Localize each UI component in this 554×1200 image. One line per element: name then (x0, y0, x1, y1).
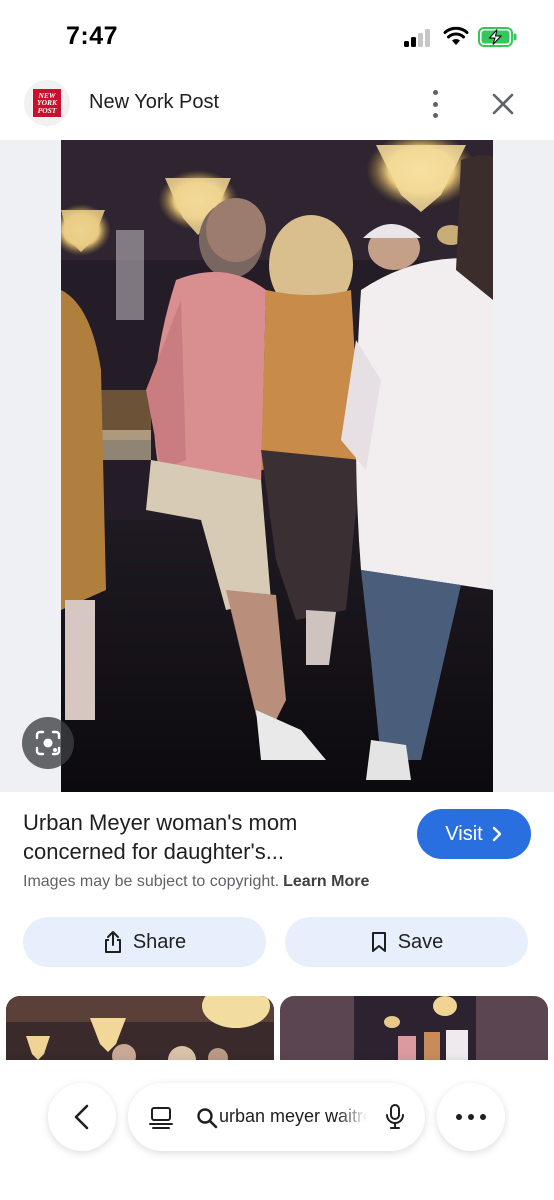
related-image-thumbnail[interactable] (6, 996, 274, 1066)
share-button[interactable]: Share (23, 917, 266, 967)
lens-icon (35, 730, 61, 756)
back-button[interactable] (48, 1083, 116, 1151)
thumbnail-image (6, 996, 274, 1066)
lens-button[interactable] (22, 717, 74, 769)
more-vert-icon[interactable] (423, 90, 447, 118)
status-time: 7:47 (66, 22, 119, 50)
copyright-notice: Images may be subject to copyright. Learn… (23, 873, 370, 890)
battery-charging-icon (478, 27, 517, 47)
search-query[interactable]: urban meyer waitress video (219, 1106, 367, 1127)
search-bar[interactable]: urban meyer waitress video (128, 1083, 425, 1151)
tabs-icon[interactable] (148, 1105, 174, 1131)
mic-icon[interactable] (384, 1103, 406, 1131)
visit-button[interactable]: Visit (417, 809, 531, 859)
source-header: NEW YORK POST New York Post (0, 70, 554, 140)
more-horiz-icon[interactable] (437, 1083, 505, 1151)
status-bar: 7:47 (0, 0, 554, 70)
wifi-icon (443, 26, 469, 45)
result-image[interactable] (61, 140, 493, 792)
search-icon (197, 1108, 218, 1129)
save-label: Save (397, 930, 444, 953)
source-name[interactable]: New York Post (89, 91, 219, 114)
related-image-thumbnail[interactable] (280, 996, 548, 1066)
learn-more-link[interactable]: Learn More (283, 873, 369, 890)
back-arrow-icon (74, 1104, 89, 1130)
chevron-right-icon (492, 826, 501, 842)
share-label: Share (132, 930, 187, 953)
visit-label: Visit (445, 822, 483, 845)
new-york-post-logo: NEW YORK POST (33, 89, 61, 117)
save-button[interactable]: Save (285, 917, 528, 967)
bookmark-icon (371, 932, 386, 952)
share-icon (104, 931, 121, 953)
image-preview-area (0, 140, 554, 792)
thumbnail-image (280, 996, 548, 1066)
bottom-navigation-bar: urban meyer waitress video (0, 1060, 554, 1200)
source-logo[interactable]: NEW YORK POST (24, 80, 70, 126)
result-title[interactable]: Urban Meyer woman's mom concerned for da… (23, 808, 383, 866)
cellular-signal-icon (404, 29, 434, 47)
close-icon[interactable] (489, 90, 517, 118)
